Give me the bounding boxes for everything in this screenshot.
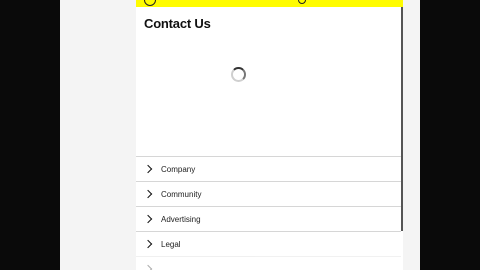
menu-item-community[interactable]: Community	[136, 181, 401, 206]
top-bar	[136, 0, 403, 7]
chevron-right-icon	[143, 264, 153, 270]
menu-item-partial[interactable]	[136, 256, 401, 270]
page-title: Contact Us	[144, 16, 211, 31]
scrollbar[interactable]	[401, 7, 403, 231]
chevron-right-icon	[143, 164, 153, 174]
contact-menu: Company Community Advertising Legal	[136, 156, 401, 270]
right-letterbox	[420, 0, 480, 270]
menu-item-company[interactable]: Company	[136, 156, 401, 181]
left-letterbox	[0, 0, 60, 270]
ghost-icon[interactable]	[144, 0, 156, 6]
spinner-icon	[231, 67, 246, 82]
menu-item-legal[interactable]: Legal	[136, 231, 401, 256]
chevron-right-icon	[143, 239, 153, 249]
web-page[interactable]: Contact Us Company Community Advertising…	[136, 0, 403, 270]
chevron-right-icon	[143, 214, 153, 224]
menu-item-label: Advertising	[161, 214, 201, 224]
chevron-right-icon	[143, 189, 153, 199]
search-icon[interactable]	[298, 0, 306, 4]
menu-item-advertising[interactable]: Advertising	[136, 206, 401, 231]
menu-item-label: Company	[161, 164, 196, 174]
menu-item-label: Legal	[161, 239, 181, 249]
phone-frame: Contact Us Company Community Advertising…	[60, 0, 420, 270]
menu-item-label: Community	[161, 189, 202, 199]
